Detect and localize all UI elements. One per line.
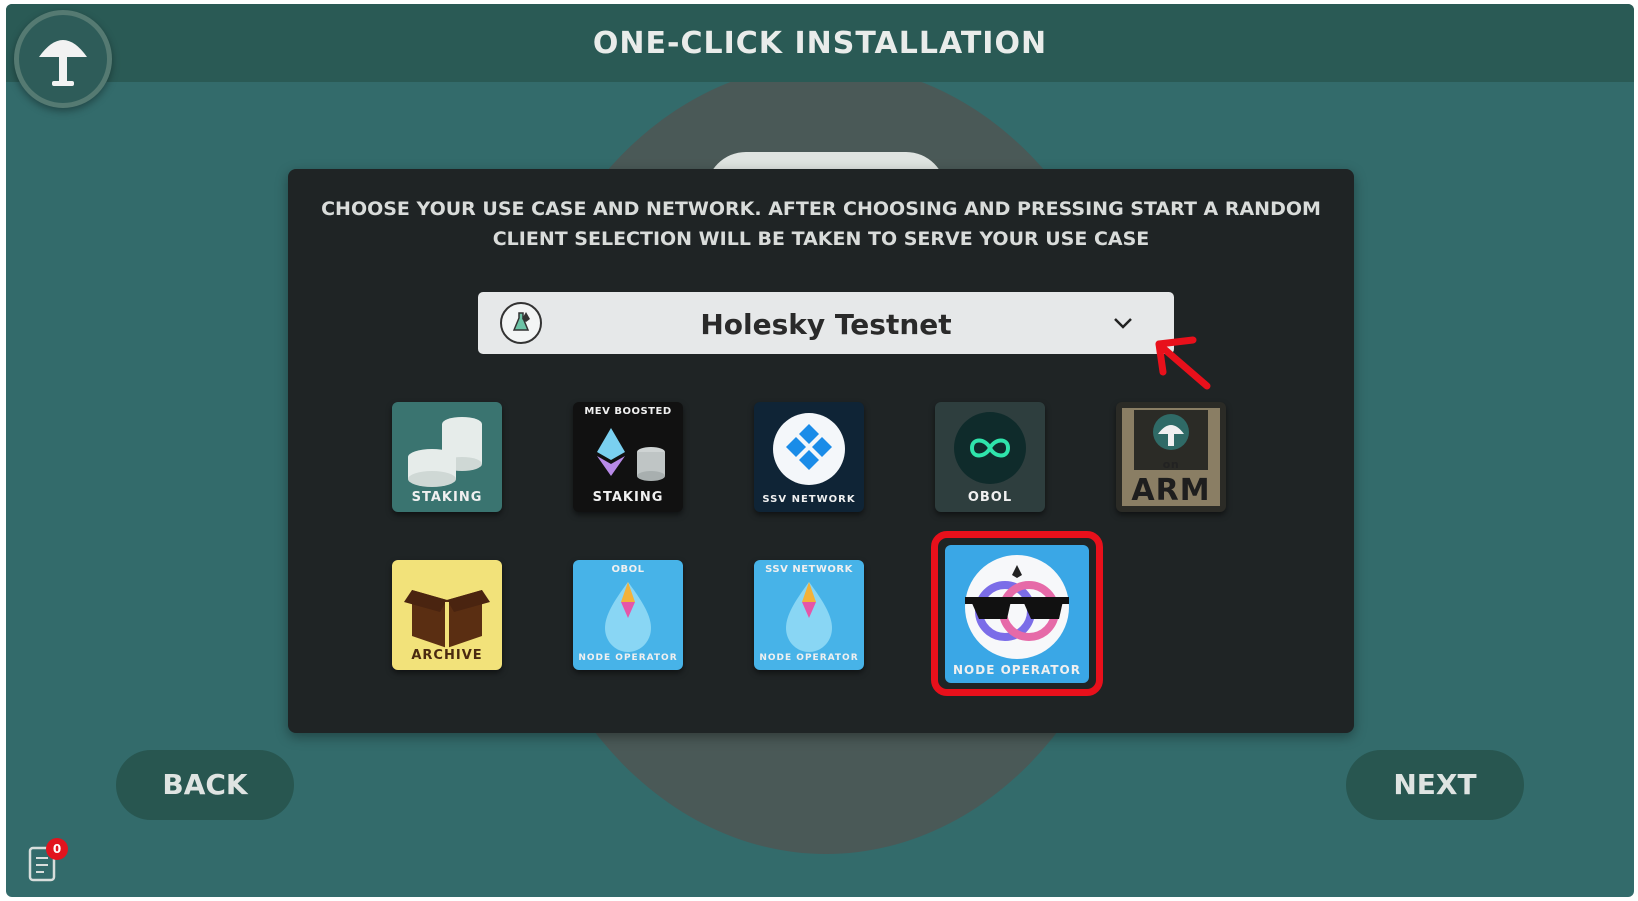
obol-node-operator-label: NODE OPERATOR [578,653,678,663]
ssv-network-label: SSV NETWORK [762,494,856,505]
arm-on-label: on [1162,458,1180,471]
archive-label: ARCHIVE [411,648,483,663]
cs-node-operator-label: NODE OPERATOR [953,663,1081,677]
selection-panel: CHOOSE YOUR USE CASE AND NETWORK. AFTER … [288,169,1354,733]
page-title: ONE-CLICK INSTALLATION [592,26,1048,61]
ssv-network-tile[interactable]: SSV NETWORK [754,402,864,512]
arm-label: ARM [1131,473,1211,508]
staking-tile[interactable]: STAKING [392,402,502,512]
next-button[interactable]: NEXT [1346,750,1524,820]
chevron-down-icon [1114,318,1132,329]
network-dropdown[interactable]: Holesky Testnet [478,292,1174,354]
cs-node-operator-tile[interactable]: NODE OPERATOR [945,545,1089,683]
mushroom-logo-icon[interactable] [14,10,112,108]
app-window: ONE-CLICK INSTALLATION CHOOSE YOUR USE C… [6,4,1634,897]
notification-badge: 0 [46,838,68,860]
stereum-on-arm-tile[interactable]: on ARM [1116,402,1226,512]
staking-label: STAKING [411,490,483,505]
ssv-node-operator-label: NODE OPERATOR [759,653,859,663]
header-bar: ONE-CLICK INSTALLATION [6,4,1634,82]
selected-network-label: Holesky Testnet [700,308,952,341]
obol-label: OBOL [967,490,1013,505]
obol-node-operator-tile[interactable]: OBOL NODE OPERATOR [573,560,683,670]
mev-boosted-staking-tile[interactable]: MEV BOOSTED STAKING [573,402,683,512]
ssv-node-operator-tile[interactable]: SSV NETWORK NODE OPERATOR [754,560,864,670]
red-arrow-annotation [1155,336,1211,390]
archive-tile[interactable]: ARCHIVE [392,560,502,670]
instruction-text: CHOOSE YOUR USE CASE AND NETWORK. AFTER … [321,198,1321,250]
back-button[interactable]: BACK [116,750,294,820]
mev-staking-label: STAKING [592,490,664,505]
obol-tile[interactable]: OBOL [935,402,1045,512]
